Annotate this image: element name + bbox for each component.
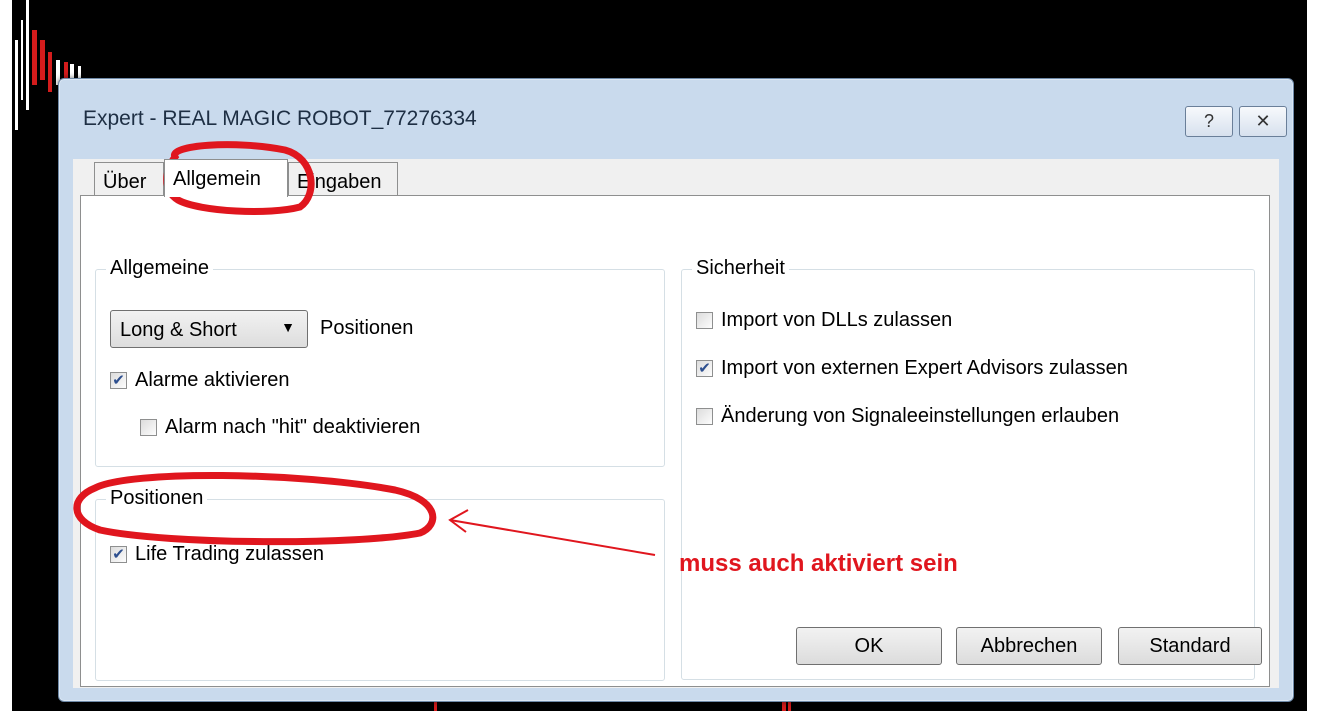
tab-label: Eingaben xyxy=(297,171,382,193)
dialog-title: Expert - REAL MAGIC ROBOT_77276334 xyxy=(83,107,477,130)
checkmark-icon: ✔ xyxy=(112,372,125,389)
dialog-client-area: Über Allgemein Eingaben Allgemeine Long … xyxy=(73,159,1279,688)
positions-dropdown[interactable]: Long & Short ▼ xyxy=(110,310,308,348)
group-title: Positionen xyxy=(106,487,208,510)
import-ea-label: Import von externen Expert Advisors zula… xyxy=(721,357,1128,379)
candle xyxy=(21,20,23,100)
checkmark-icon: ✔ xyxy=(112,546,125,563)
help-icon: ? xyxy=(1203,111,1214,131)
group-title: Allgemeine xyxy=(106,257,213,280)
tab-label: Über xyxy=(103,171,147,193)
button-label: OK xyxy=(854,634,884,657)
tab-allgemein[interactable]: Allgemein xyxy=(164,159,288,197)
tab-ueber[interactable]: Über xyxy=(94,162,164,196)
close-icon: ✕ xyxy=(1255,111,1271,131)
close-button[interactable]: ✕ xyxy=(1239,106,1287,137)
alarm-hit-label: Alarm nach "hit" deaktivieren xyxy=(165,416,421,438)
candle xyxy=(15,40,18,130)
dropdown-value: Long & Short xyxy=(120,319,237,341)
chevron-down-icon: ▼ xyxy=(281,319,295,335)
button-label: Abbrechen xyxy=(980,634,1078,657)
alarme-checkbox[interactable]: ✔ xyxy=(110,372,127,389)
button-label: Standard xyxy=(1149,634,1231,657)
import-ea-checkbox[interactable]: ✔ xyxy=(696,360,713,377)
candle xyxy=(48,52,52,92)
tab-panel-allgemein: Allgemeine Long & Short ▼ Positionen ✔ A… xyxy=(80,195,1270,687)
annotation-text: muss auch aktiviert sein xyxy=(679,550,958,577)
import-dll-checkbox[interactable] xyxy=(696,312,713,329)
group-allgemeine: Allgemeine Long & Short ▼ Positionen ✔ A… xyxy=(95,257,665,467)
candle xyxy=(26,0,29,110)
tab-label: Allgemein xyxy=(173,168,261,190)
help-button[interactable]: ? xyxy=(1185,106,1233,137)
expert-dialog: Expert - REAL MAGIC ROBOT_77276334 ? ✕ Ü… xyxy=(58,78,1294,702)
ok-button[interactable]: OK xyxy=(796,627,942,665)
live-trading-checkbox[interactable]: ✔ xyxy=(110,546,127,563)
tab-eingaben[interactable]: Eingaben xyxy=(288,162,398,196)
live-trading-label: Life Trading zulassen xyxy=(135,543,325,565)
alarm-hit-checkbox[interactable] xyxy=(140,419,157,436)
group-positionen: Positionen ✔ Life Trading zulassen xyxy=(95,487,665,681)
group-title: Sicherheit xyxy=(692,257,789,280)
positionen-label: Positionen xyxy=(320,317,414,339)
standard-button[interactable]: Standard xyxy=(1118,627,1262,665)
candle xyxy=(32,30,37,85)
import-dll-label: Import von DLLs zulassen xyxy=(721,309,953,331)
signal-settings-label: Änderung von Signaleeinstellungen erlaub… xyxy=(721,405,1120,427)
signal-settings-checkbox[interactable] xyxy=(696,408,713,425)
candle xyxy=(40,40,45,80)
alarme-label: Alarme aktivieren xyxy=(135,369,290,391)
group-sicherheit: Sicherheit Import von DLLs zulassen ✔ Im… xyxy=(681,257,1255,680)
checkmark-icon: ✔ xyxy=(698,360,711,377)
cancel-button[interactable]: Abbrechen xyxy=(956,627,1102,665)
